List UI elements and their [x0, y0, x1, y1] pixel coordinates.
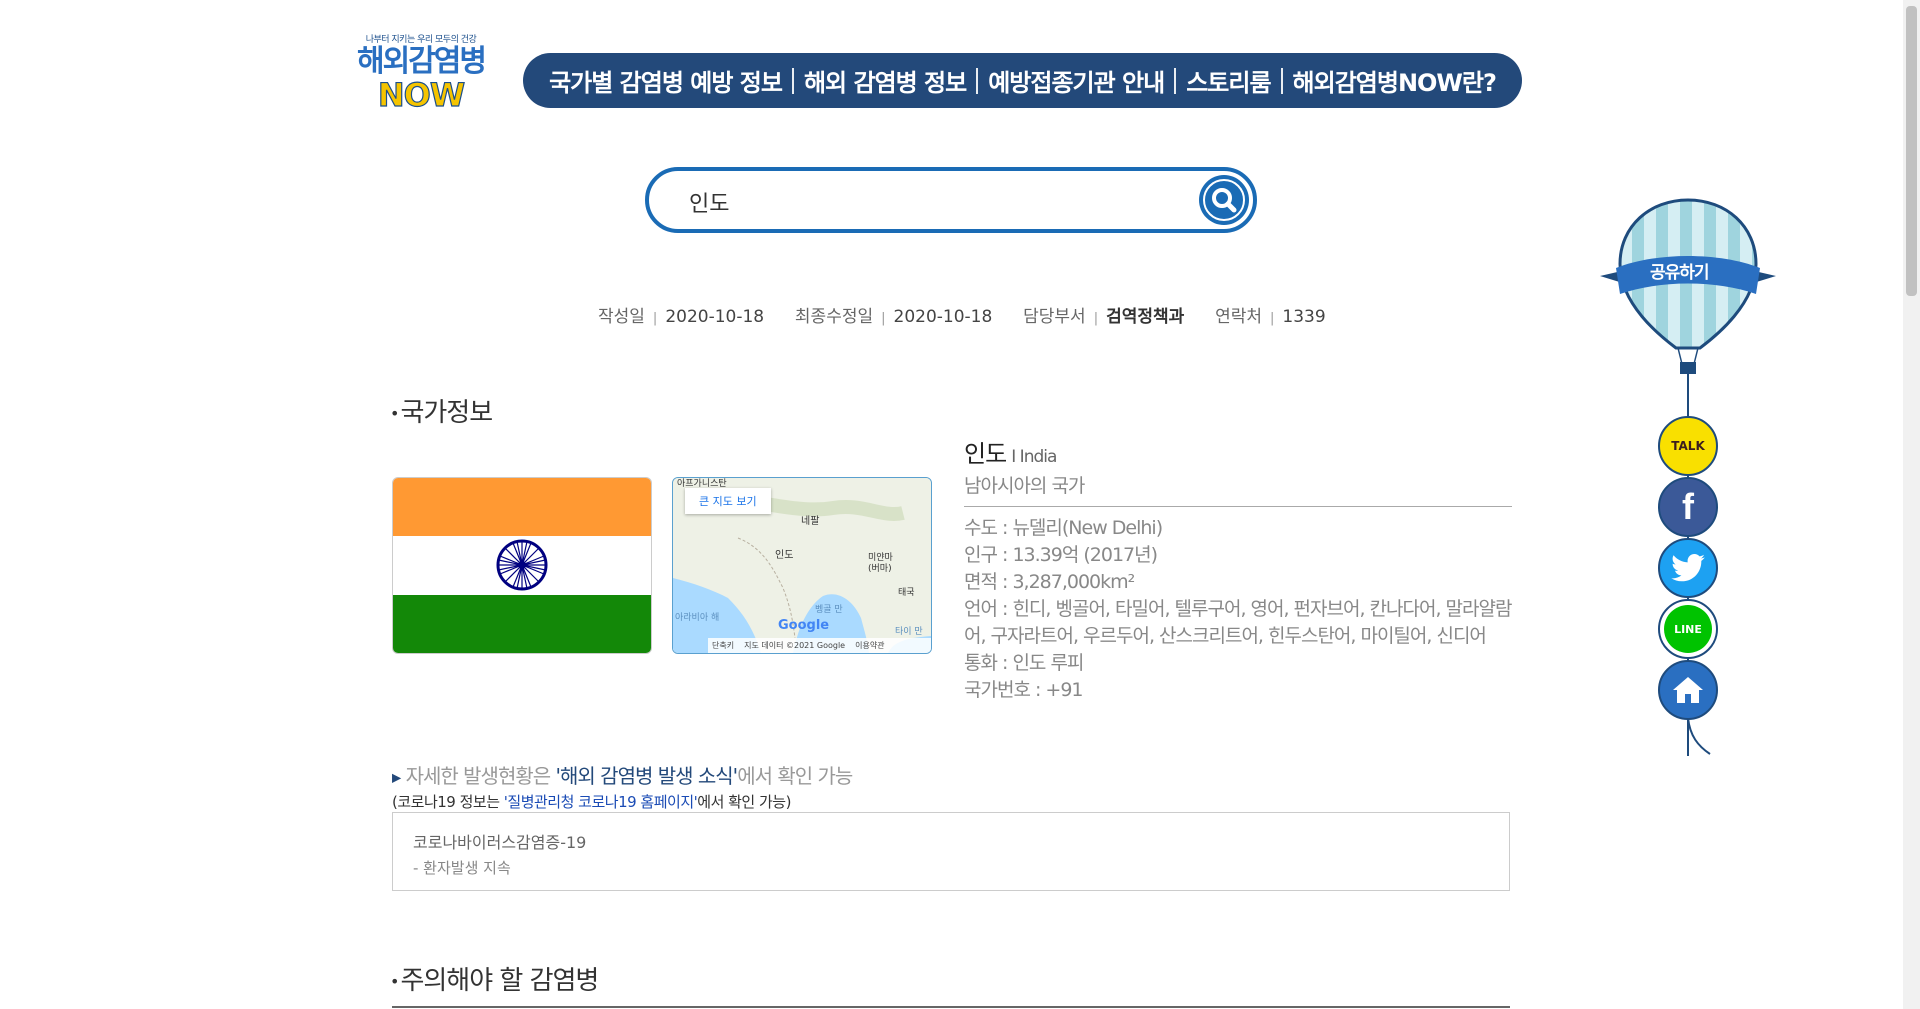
scrollbar-thumb[interactable]: [1906, 6, 1917, 296]
outbreak-status: - 환자발생 지속: [413, 859, 511, 877]
article-meta: 작성일 | 2020-10-18 최종수정일 | 2020-10-18 담당부서 | 검역정…: [598, 307, 1326, 327]
notice-line1-suffix: 에서 확인 가능: [737, 764, 853, 788]
nav-divider: [1280, 67, 1283, 94]
map-label-bay-of-bengal: 벵골 만: [815, 605, 843, 615]
map-data-credit: 지도 데이터 ©2021 Google: [744, 641, 846, 650]
map-label-nepal: 네팔: [801, 516, 820, 527]
info-currency: 통화 : 인도 루피: [964, 652, 1084, 674]
search-input[interactable]: [687, 185, 1161, 219]
nav-divider: [976, 67, 979, 94]
meta-modified-date: 2020-10-18: [893, 307, 993, 327]
triangle-icon: ▶: [392, 770, 401, 785]
india-flag: [392, 477, 652, 654]
notice-line2-suffix: 에서 확인 가능): [697, 793, 791, 811]
outbreak-box: 코로나바이러스감염증-19 - 환자발생 지속: [392, 812, 1510, 891]
balloon-icon: [1600, 198, 1776, 396]
overseas-news-link[interactable]: '해외 감염병 발생 소식': [556, 764, 739, 788]
logo-now: NOW: [377, 76, 465, 114]
home-icon: [1673, 677, 1703, 703]
share-widget: 공유하기 TALK f LINE: [1596, 196, 1780, 756]
line-icon: LINE: [1664, 605, 1712, 653]
outbreak-disease: 코로나바이러스감염증-19: [413, 833, 587, 852]
main-nav: 국가별 감염병 예방 정보 해외 감염병 정보 예방접종기관 안내 스토리룸 해…: [523, 53, 1522, 108]
country-info: 인도 I India 남아시아의 국가 수도 : 뉴델리(New Delhi) …: [964, 434, 1512, 704]
info-divider: [964, 506, 1512, 507]
nav-divider: [1174, 67, 1177, 94]
country-region: 남아시아의 국가: [964, 475, 1085, 497]
info-language: 언어 : 힌디, 벵골어, 타밀어, 텔루구어, 영어, 펀자브어, 칸나다어,…: [964, 598, 1512, 647]
nav-country-prevention[interactable]: 국가별 감염병 예방 정보: [539, 63, 792, 98]
search-box: [645, 167, 1257, 233]
country-name: 인도: [964, 440, 1007, 468]
kakaotalk-share-button[interactable]: TALK: [1658, 416, 1718, 476]
search-button[interactable]: [1199, 175, 1249, 225]
nav-vaccination-center[interactable]: 예방접종기관 안내: [978, 63, 1174, 98]
nav-about[interactable]: 해외감염병NOW란?: [1283, 63, 1506, 98]
info-calling-code: 국가번호 : +91: [964, 679, 1084, 701]
search-icon: [1203, 179, 1245, 221]
map-footer: 단축키 지도 데이터 ©2021 Google 이용약관: [708, 638, 931, 653]
twitter-icon: [1671, 554, 1705, 582]
info-area: 면적 : 3,287,000km²: [964, 571, 1135, 593]
google-logo: Google: [778, 618, 830, 633]
nav-divider: [791, 67, 794, 94]
logo-title: 해외감염병: [357, 44, 487, 79]
map-shortcuts-link[interactable]: 단축키: [712, 640, 734, 651]
map-label-myanmar: 미얀마 (버마): [868, 553, 893, 574]
facebook-share-button[interactable]: f: [1658, 477, 1718, 537]
share-label: 공유하기: [1650, 263, 1710, 283]
map-label-arabian-sea: 아라비아 해: [675, 613, 720, 623]
info-population: 인구 : 13.39억 (2017년): [964, 544, 1158, 566]
ashoka-chakra-icon: [496, 539, 548, 591]
section-title-caution-text: 주의해야 할 감염병: [400, 966, 599, 996]
site-logo[interactable]: 나부터 지키는 우리 모두의 건강 해외감염병 NOW: [356, 32, 487, 120]
meta-dept-label: 담당부서: [1023, 307, 1086, 327]
nav-overseas-disease[interactable]: 해외 감염병 정보: [794, 63, 976, 98]
map-label-gulf-of-thailand: 타이 만: [895, 627, 923, 637]
map-label-india: 인도: [775, 550, 794, 561]
map-label-thailand: 태국: [898, 588, 915, 598]
map-terms-link[interactable]: 이용약관: [855, 640, 884, 651]
big-map-link[interactable]: 큰 지도 보기: [685, 488, 771, 514]
kakaotalk-icon: TALK: [1671, 439, 1705, 453]
section-title-country: •국가정보: [390, 398, 493, 428]
section-title-country-text: 국가정보: [400, 398, 493, 428]
meta-written-label: 작성일: [598, 307, 645, 327]
facebook-icon: f: [1682, 486, 1694, 527]
country-name-english: I India: [1011, 447, 1057, 467]
twitter-share-button[interactable]: [1658, 538, 1718, 598]
home-button[interactable]: [1658, 660, 1718, 720]
country-map[interactable]: 아프가니스탄 큰 지도 보기 네팔 인도 미얀마 (버마) 태국 벵골 만 아라…: [672, 477, 932, 654]
meta-modified-label: 최종수정일: [794, 307, 874, 327]
notice-line2-prefix: (코로나19 정보는: [392, 793, 504, 811]
meta-written-date: 2020-10-18: [665, 307, 765, 327]
info-capital: 수도 : 뉴델리(New Delhi): [964, 517, 1163, 539]
section-divider: [392, 1006, 1510, 1008]
outbreak-notice: ▶ 자세한 발생현황은 '해외 감염병 발생 소식'에서 확인 가능 (코로나1…: [392, 760, 853, 812]
nav-storyroom[interactable]: 스토리룸: [1176, 63, 1280, 98]
section-title-caution: •주의해야 할 감염병: [390, 966, 599, 996]
string-curl: [1687, 718, 1711, 755]
meta-dept: 검역정책과: [1106, 307, 1185, 327]
line-share-button[interactable]: LINE: [1658, 599, 1718, 659]
notice-line1-prefix: 자세한 발생현황은: [405, 764, 556, 788]
meta-contact: 1339: [1282, 307, 1326, 327]
kdca-covid-link[interactable]: '질병관리청 코로나19 홈페이지': [504, 793, 698, 811]
meta-contact-label: 연락처: [1215, 307, 1263, 327]
